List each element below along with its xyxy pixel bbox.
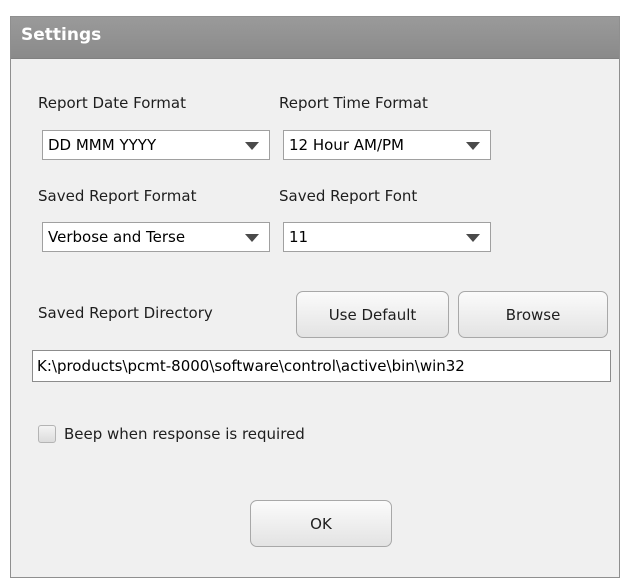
- saved-report-font-select[interactable]: 11: [283, 222, 491, 252]
- beep-checkbox[interactable]: [38, 425, 56, 443]
- dialog-title: Settings: [21, 25, 102, 45]
- report-time-format-select[interactable]: 12 Hour AM/PM: [283, 130, 491, 160]
- report-date-format-select[interactable]: DD MMM YYYY: [42, 130, 270, 160]
- report-date-format-label: Report Date Format: [38, 94, 186, 112]
- saved-report-directory-label: Saved Report Directory: [38, 304, 213, 322]
- saved-report-directory-input[interactable]: K:\products\pcmt-8000\software\control\a…: [32, 350, 611, 382]
- beep-checkbox-label[interactable]: Beep when response is required: [64, 425, 305, 443]
- chevron-down-icon: [245, 142, 259, 150]
- use-default-button[interactable]: Use Default: [296, 291, 449, 338]
- saved-report-font-value: 11: [289, 228, 309, 246]
- saved-report-font-label: Saved Report Font: [279, 187, 418, 205]
- report-time-format-value: 12 Hour AM/PM: [289, 136, 404, 154]
- report-time-format-label: Report Time Format: [279, 94, 428, 112]
- report-date-format-value: DD MMM YYYY: [48, 136, 157, 154]
- chevron-down-icon: [245, 234, 259, 242]
- title-bar[interactable]: Settings: [11, 17, 619, 59]
- ok-button[interactable]: OK: [250, 500, 392, 547]
- saved-report-format-label: Saved Report Format: [38, 187, 197, 205]
- chevron-down-icon: [466, 234, 480, 242]
- saved-report-directory-value: K:\products\pcmt-8000\software\control\a…: [37, 357, 465, 375]
- chevron-down-icon: [466, 142, 480, 150]
- saved-report-format-value: Verbose and Terse: [48, 228, 186, 246]
- saved-report-format-select[interactable]: Verbose and Terse: [42, 222, 270, 252]
- browse-button[interactable]: Browse: [458, 291, 608, 338]
